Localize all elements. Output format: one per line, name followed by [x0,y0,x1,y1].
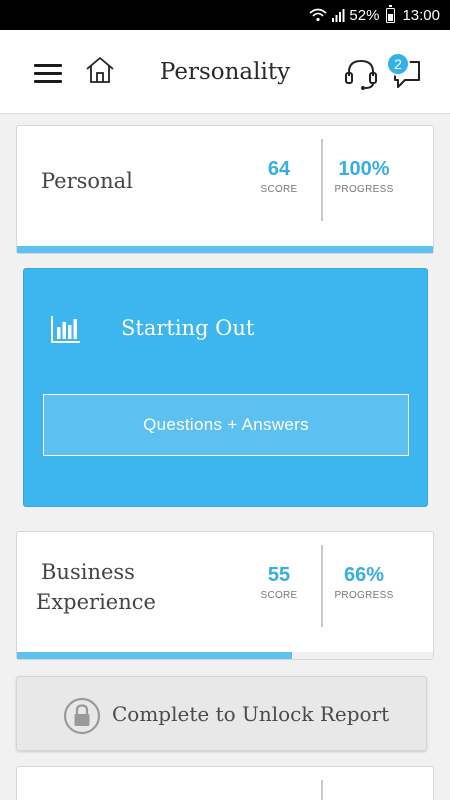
headset-icon[interactable] [343,56,379,97]
section-card-business-experience[interactable]: Business Experience 55 SCORE 66% PROGRES… [16,531,434,660]
score-value: 64 [267,158,291,180]
section-title: Business Experience [36,557,156,617]
metric-divider [321,139,323,221]
battery-percent: 52% [349,6,380,24]
signal-icon [331,8,345,22]
progress-metric: 66% PROGRESS [324,563,404,601]
wifi-icon [309,8,327,22]
progress-label: PROGRESS [334,590,394,601]
section-card-starting-out[interactable]: Starting Out Questions + Answers [23,268,428,507]
section-title: Personal [41,169,133,193]
metric-divider [321,780,323,800]
progress-label: PROGRESS [334,184,394,195]
section-card-next[interactable] [16,766,434,800]
section-title: Starting Out [121,316,255,340]
app-bar: Personality 2 [0,30,450,114]
progress-metric: 100% PROGRESS [324,157,404,195]
progress-bar [17,652,433,659]
metric-divider [321,545,323,627]
section-title-line1: Business [41,560,135,584]
status-bar: 52% 13:00 [0,0,450,30]
clock: 13:00 [402,6,440,24]
progress-value: 100% [338,158,390,180]
section-card-personal[interactable]: Personal 64 SCORE 100% PROGRESS [16,125,434,254]
unlock-report-button[interactable]: Complete to Unlock Report [16,676,427,751]
questions-answers-button[interactable]: Questions + Answers [43,394,409,456]
progress-bar [17,246,433,253]
progress-bar-fill [17,246,433,253]
score-metric: 55 SCORE [239,563,319,601]
bar-chart-icon [50,314,82,349]
score-value: 55 [267,564,291,586]
progress-value: 66% [343,564,385,586]
notification-badge: 2 [386,52,410,76]
progress-bar-fill [17,652,292,659]
page-title: Personality [159,59,291,85]
score-label: SCORE [260,184,298,195]
score-metric: 64 SCORE [239,157,319,195]
score-label: SCORE [260,590,298,601]
unlock-report-label: Complete to Unlock Report [112,702,390,726]
section-title-line2: Experience [36,590,156,614]
battery-icon [386,4,396,23]
lock-icon [63,697,101,740]
